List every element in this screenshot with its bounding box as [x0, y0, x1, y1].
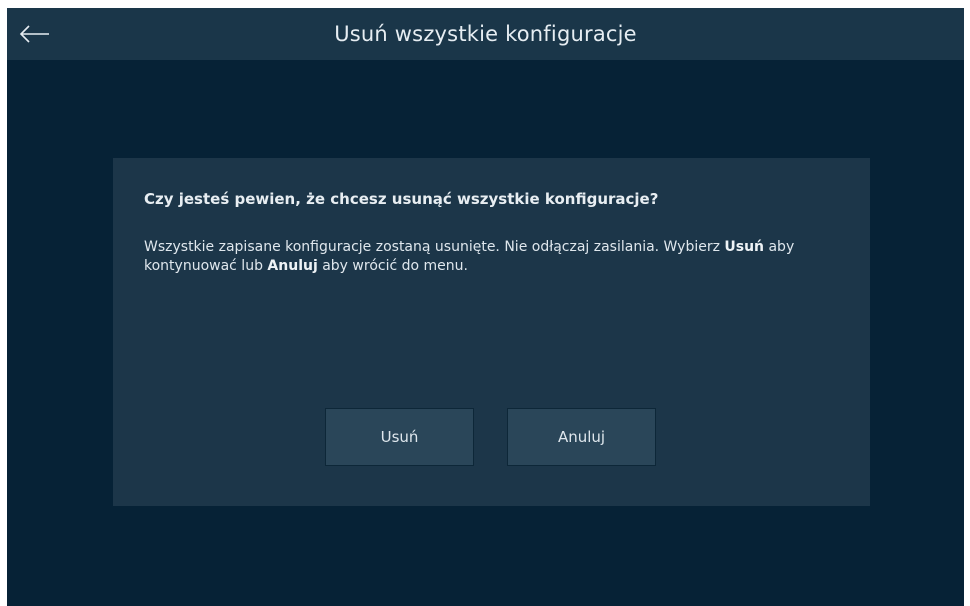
- cancel-button-label: Anuluj: [557, 428, 606, 446]
- screen: Usuń wszystkie konfiguracje Czy jesteś p…: [7, 8, 964, 606]
- message-text-3: aby wrócić do menu.: [317, 258, 468, 274]
- delete-button-label: Usuń: [380, 428, 419, 446]
- dialog-message: Wszystkie zapisane konfiguracje zostaną …: [144, 238, 854, 276]
- dialog-question: Czy jesteś pewien, że chcesz usunąć wszy…: [144, 190, 659, 208]
- back-button[interactable]: [15, 16, 55, 52]
- message-bold-delete: Usuń: [724, 239, 765, 255]
- message-bold-cancel: Anuluj: [267, 258, 318, 274]
- message-text-1: Wszystkie zapisane konfiguracje zostaną …: [144, 239, 725, 255]
- cancel-button[interactable]: Anuluj: [507, 408, 656, 466]
- page-title: Usuń wszystkie konfiguracje: [334, 22, 637, 46]
- header-bar: Usuń wszystkie konfiguracje: [7, 8, 964, 60]
- confirm-dialog: Czy jesteś pewien, że chcesz usunąć wszy…: [113, 158, 870, 506]
- delete-button[interactable]: Usuń: [325, 408, 474, 466]
- arrow-left-icon: [19, 25, 49, 43]
